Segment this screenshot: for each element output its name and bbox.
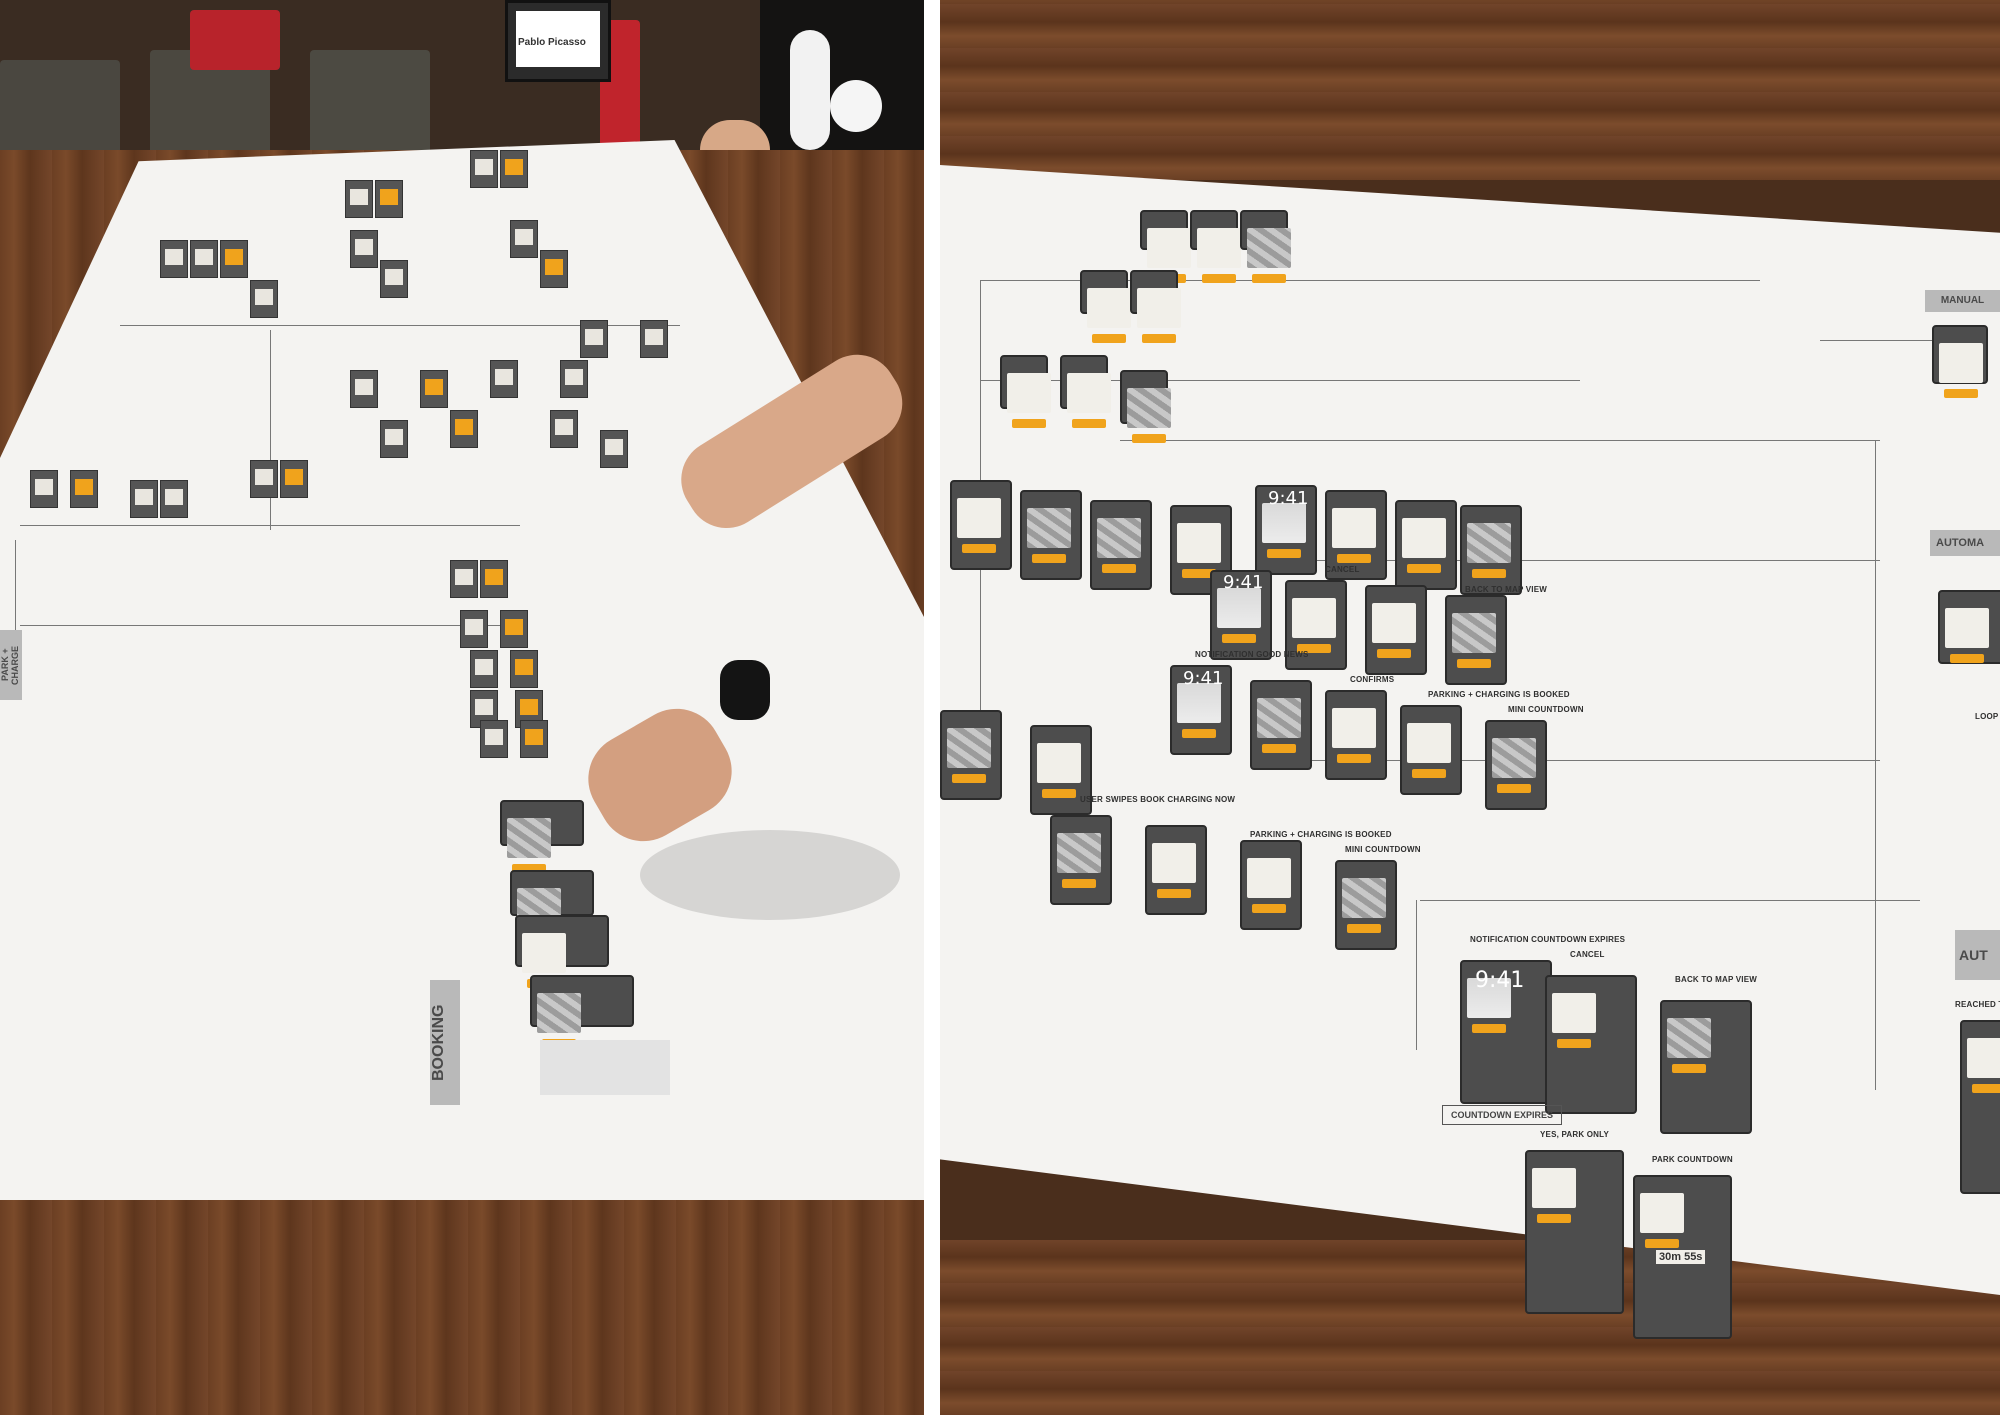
cancel-label: CANCEL [1325,565,1360,574]
clock: 9:41 [1183,668,1224,689]
photo-divider [924,0,940,1415]
clock: 9:41 [1223,572,1264,593]
shadow [640,830,900,920]
wristwatch [720,660,770,720]
loop-label: LOOP [1975,712,1999,721]
cancel-title: CANCEL [1570,950,1605,959]
poster-title: Pablo Picasso [518,37,586,48]
swipes-book-label: USER SWIPES BOOK CHARGING NOW [1080,795,1236,804]
swan-print [830,80,882,132]
poster-frame: Pablo Picasso [505,0,611,82]
park-charge-banner: PARK + CHARGE [0,630,22,700]
automatic-banner: AUTOMA [1930,530,2000,556]
mini-countdown-label-2: MINI COUNTDOWN [1345,845,1421,854]
left-photo: Pablo Picasso BOOKING PARK + CHARGE [0,0,924,1415]
good-news-label: NOTIFICATION GOOD NEWS [1195,650,1309,659]
countdown-value: 30m 55s [1656,1250,1706,1264]
confirms-label: CONFIRMS [1350,675,1395,684]
mini-countdown-label-1: MINI COUNTDOWN [1508,705,1584,714]
wooden-table [940,0,2000,180]
clock: 9:41 [1268,488,1309,509]
swan-print [790,30,830,150]
back-to-map-title: BACK TO MAP VIEW [1675,975,1758,984]
automatic-banner-2: AUT [1955,930,2000,980]
booked-label-1: PARKING + CHARGING IS BOOKED [1428,690,1570,699]
park-countdown-title: PARK COUNTDOWN [1652,1155,1733,1164]
red-chair [190,10,280,70]
countdown-expires-box: COUNTDOWN EXPIRES [1442,1105,1563,1125]
right-photo: MANUAL 9:41 9:41 CANCEL BACK TO MAP VIEW… [940,0,2000,1415]
yes-park-only-title: YES, PARK ONLY [1540,1130,1610,1139]
countdown-expires-title: NOTIFICATION COUNTDOWN EXPIRES [1470,935,1626,944]
reached-label: REACHED T [1955,1000,2000,1009]
booked-label-2: PARKING + CHARGING IS BOOKED [1250,830,1392,839]
booking-banner: BOOKING [430,980,460,1105]
back-to-map-label: BACK TO MAP VIEW [1465,585,1548,594]
manual-banner: MANUAL [1925,290,2000,312]
clock: 9:41 [1475,968,1525,993]
